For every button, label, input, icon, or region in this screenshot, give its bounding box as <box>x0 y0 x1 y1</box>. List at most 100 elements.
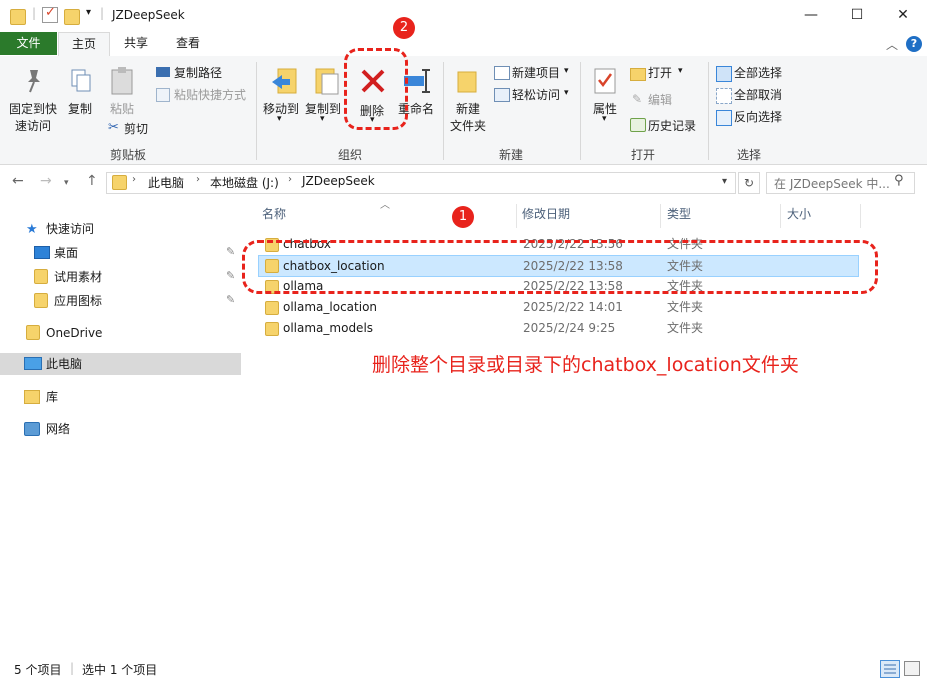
chevron-down-icon: ▾ <box>277 114 282 124</box>
edit-icon: ✎ <box>632 92 643 106</box>
breadcrumb-chevron-icon: › <box>196 174 200 185</box>
group-separator <box>708 62 709 160</box>
history-icon <box>630 118 646 132</box>
address-dropdown-icon[interactable]: ▾ <box>722 176 727 187</box>
file-modified: 2025/2/22 14:01 <box>523 300 623 314</box>
copy-icon <box>70 68 92 94</box>
group-separator <box>580 62 581 160</box>
select-all-button[interactable]: 全部选择 <box>734 64 782 81</box>
refresh-icon[interactable]: ↻ <box>738 172 760 194</box>
status-selected-count: 选中 1 个项目 <box>82 663 158 677</box>
tab-home[interactable]: 主页 <box>58 32 110 57</box>
computer-icon <box>24 357 42 370</box>
separator: | <box>70 661 75 675</box>
breadcrumb-drive[interactable]: 本地磁盘 (J:) <box>210 174 279 191</box>
column-type[interactable]: 类型 <box>667 206 691 228</box>
recent-locations-icon[interactable]: ▾ <box>64 178 69 188</box>
breadcrumb-this-pc[interactable]: 此电脑 <box>148 174 184 191</box>
nav-onedrive[interactable]: OneDrive <box>0 322 241 344</box>
column-size[interactable]: 大小 <box>787 206 811 228</box>
folder-icon <box>10 9 26 25</box>
folder-icon <box>112 175 127 190</box>
file-name: ollama_models <box>283 321 374 335</box>
nav-trial-materials[interactable]: 试用素材 <box>0 266 241 288</box>
minimize-button[interactable]: — <box>788 0 834 31</box>
copy-path-button[interactable]: 复制路径 <box>174 64 222 81</box>
scissors-icon: ✂ <box>108 120 119 135</box>
tab-view[interactable]: 查看 <box>164 32 212 55</box>
paste-button[interactable]: 粘贴 <box>104 100 140 117</box>
paste-shortcut-button[interactable]: 粘贴快捷方式 <box>174 86 246 103</box>
group-label-select: 选择 <box>736 148 761 162</box>
forward-arrow-icon[interactable]: → <box>40 173 52 189</box>
easy-access-icon <box>494 88 510 102</box>
up-arrow-icon[interactable]: ↑ <box>86 173 98 189</box>
window-title: JZDeepSeek <box>112 8 185 22</box>
nav-network[interactable]: 网络 <box>0 418 241 440</box>
paste-shortcut-icon <box>156 88 170 102</box>
open-button[interactable]: 打开 <box>648 64 672 81</box>
collapse-ribbon-icon[interactable]: ︿ <box>886 36 898 53</box>
column-separator <box>780 204 781 228</box>
column-separator <box>660 204 661 228</box>
details-view-icon[interactable] <box>880 660 900 678</box>
separator: | <box>100 6 105 20</box>
table-row[interactable]: ollama_location 2025/2/22 14:01 文件夹 <box>258 297 857 317</box>
help-icon[interactable]: ? <box>906 36 922 52</box>
folder-icon <box>265 301 279 315</box>
sort-ascending-icon: ︿ <box>380 200 390 211</box>
tab-share[interactable]: 共享 <box>112 32 160 55</box>
copy-button[interactable]: 复制 <box>64 100 96 117</box>
easy-access-button[interactable]: 轻松访问 <box>512 86 560 103</box>
pin-icon: ✎ <box>226 245 236 258</box>
new-folder-label-1: 新建 <box>455 102 480 116</box>
history-button[interactable]: 历史记录 <box>648 117 696 134</box>
new-item-icon <box>494 66 510 80</box>
new-item-button[interactable]: 新建项目 <box>512 64 560 81</box>
breadcrumb-folder[interactable]: JZDeepSeek <box>302 174 375 188</box>
column-modified[interactable]: 修改日期 <box>522 206 570 228</box>
step-2-marker: 2 <box>393 17 415 39</box>
tab-file[interactable]: 文件 <box>0 32 57 55</box>
group-label-organize: 组织 <box>337 148 362 162</box>
nav-app-icons[interactable]: 应用图标 <box>0 290 241 312</box>
selection-highlight-annotation <box>242 240 878 294</box>
nav-library[interactable]: 库 <box>0 386 241 408</box>
separator: | <box>32 6 37 20</box>
invert-selection-button[interactable]: 反向选择 <box>734 108 782 125</box>
select-none-button[interactable]: 全部取消 <box>734 86 782 103</box>
delete-highlight-annotation <box>344 48 408 130</box>
properties-check-icon[interactable]: ✓ <box>42 5 58 23</box>
maximize-button[interactable]: ☐ <box>834 0 880 31</box>
copy-path-icon <box>156 67 170 77</box>
chevron-down-icon: ▾ <box>678 66 683 76</box>
close-button[interactable]: ✕ <box>880 0 926 31</box>
nav-desktop[interactable]: 桌面 <box>0 242 241 264</box>
address-bar[interactable] <box>106 172 736 194</box>
open-icon <box>630 68 646 81</box>
pin-to-quick-access-button[interactable]: 固定到快 速访问 <box>2 100 64 134</box>
file-type: 文件夹 <box>667 321 704 335</box>
group-label-clipboard: 剪贴板 <box>109 148 146 162</box>
breadcrumb-chevron-icon: › <box>132 174 136 185</box>
chevron-down-icon: ▾ <box>564 88 569 98</box>
new-folder-label-2: 文件夹 <box>449 119 486 133</box>
table-row[interactable]: ollama_models 2025/2/24 9:25 文件夹 <box>258 318 857 338</box>
edit-button[interactable]: 编辑 <box>648 91 672 108</box>
new-folder-button[interactable]: 新建 文件夹 <box>446 100 490 134</box>
cut-button[interactable]: 剪切 <box>124 120 148 137</box>
new-folder-icon[interactable] <box>64 9 80 25</box>
properties-icon <box>594 68 616 94</box>
group-separator <box>443 62 444 160</box>
search-icon[interactable]: ⚲ <box>894 173 904 188</box>
column-name[interactable]: 名称 <box>262 206 286 228</box>
large-icons-view-icon[interactable] <box>904 661 920 676</box>
nav-this-pc[interactable]: 此电脑 <box>46 353 82 375</box>
file-type: 文件夹 <box>667 300 704 314</box>
customize-quick-access-icon[interactable]: ▾ <box>86 7 91 18</box>
pin-label-1: 固定到快 <box>8 102 57 116</box>
move-to-icon <box>270 66 298 96</box>
pin-label-2: 速访问 <box>14 119 51 133</box>
back-arrow-icon[interactable]: ← <box>12 173 24 189</box>
nav-quick-access[interactable]: 快速访问 <box>0 218 241 240</box>
